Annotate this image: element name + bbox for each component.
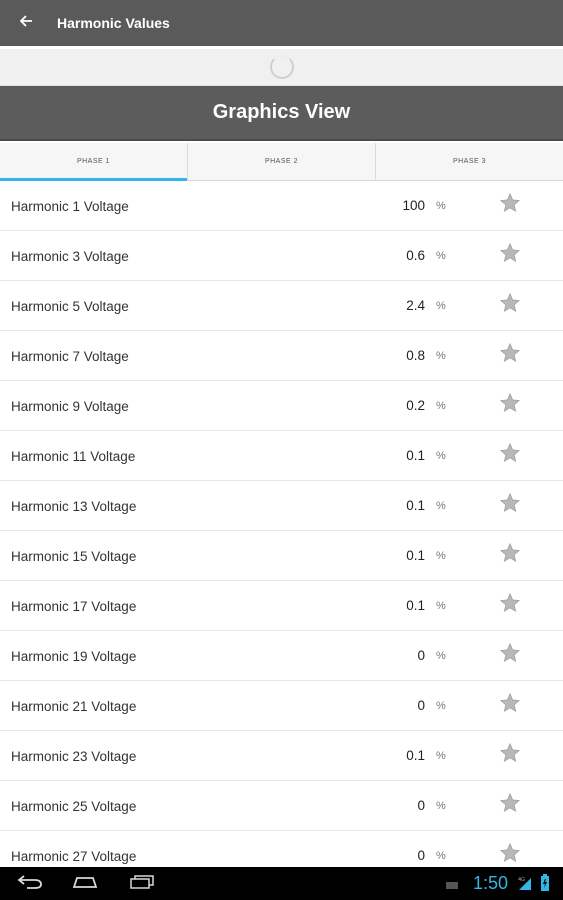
harmonic-value: 0.8 (406, 348, 425, 363)
harmonic-label: Harmonic 27 Voltage (11, 849, 137, 864)
list-item[interactable]: Harmonic 11 Voltage 0.1% (0, 431, 563, 481)
list-item[interactable]: Harmonic 25 Voltage 0% (0, 781, 563, 831)
harmonic-unit: % (436, 300, 446, 312)
harmonic-value: 0.1 (406, 448, 425, 463)
star-icon[interactable] (499, 542, 521, 564)
list-item[interactable]: Harmonic 15 Voltage 0.1% (0, 531, 563, 581)
harmonic-label: Harmonic 1 Voltage (11, 199, 129, 214)
system-nav-bar: 1:50 4G (0, 867, 563, 900)
harmonic-label: Harmonic 7 Voltage (11, 349, 129, 364)
harmonic-label: Harmonic 25 Voltage (11, 799, 137, 814)
tab-phase-1[interactable]: PHASE 1 (0, 143, 188, 181)
harmonic-value: 0 (417, 648, 425, 663)
list-item[interactable]: Harmonic 9 Voltage 0.2% (0, 381, 563, 431)
harmonic-label: Harmonic 11 Voltage (11, 449, 136, 464)
harmonic-label: Harmonic 21 Voltage (11, 699, 137, 714)
tab-label: PHASE 3 (452, 158, 487, 165)
clock: 1:50 (473, 873, 509, 893)
tab-phase-3[interactable]: PHASE 3 (376, 143, 563, 180)
list-item[interactable]: Harmonic 13 Voltage 0.1% (0, 481, 563, 531)
list-item[interactable]: Harmonic 17 Voltage 0.1% (0, 581, 563, 631)
harmonic-value: 0.2 (406, 398, 425, 413)
harmonic-value: 0.6 (406, 248, 425, 263)
harmonic-value: 100 (402, 198, 425, 213)
harmonic-label: Harmonic 3 Voltage (11, 249, 129, 264)
star-icon[interactable] (499, 392, 521, 414)
list-item[interactable]: Harmonic 23 Voltage 0.1% (0, 731, 563, 781)
harmonic-label: Harmonic 5 Voltage (11, 299, 129, 314)
svg-text:4G: 4G (518, 877, 525, 883)
harmonic-value: 0.1 (406, 498, 425, 513)
action-bar: Harmonic Values (0, 0, 563, 46)
loading-strip (0, 46, 563, 86)
star-icon[interactable] (499, 692, 521, 714)
battery-icon (540, 874, 550, 897)
harmonic-label: Harmonic 19 Voltage (11, 649, 137, 664)
star-icon[interactable] (499, 592, 521, 614)
harmonic-unit: % (436, 500, 446, 512)
back-nav-icon (17, 874, 43, 894)
harmonic-label: Harmonic 23 Voltage (11, 749, 137, 764)
home-nav-icon (71, 875, 99, 894)
harmonic-value: 0 (417, 798, 425, 813)
phase-tabs: PHASE 1 PHASE 2 PHASE 3 (0, 143, 563, 181)
list-item[interactable]: Harmonic 7 Voltage 0.8% (0, 331, 563, 381)
recents-nav-icon (129, 874, 155, 894)
harmonic-label: Harmonic 17 Voltage (11, 599, 137, 614)
list-item[interactable]: Harmonic 21 Voltage 0% (0, 681, 563, 731)
harmonic-unit: % (436, 600, 446, 612)
tab-label: PHASE 2 (264, 158, 299, 165)
harmonic-value: 0 (417, 698, 425, 713)
list-item[interactable]: Harmonic 19 Voltage 0% (0, 631, 563, 681)
list-item[interactable]: Harmonic 3 Voltage 0.6% (0, 231, 563, 281)
back-nav-button[interactable] (10, 873, 50, 895)
list-item[interactable]: Harmonic 1 Voltage 100% (0, 181, 563, 231)
harmonic-value: 0.1 (406, 548, 425, 563)
harmonic-unit: % (436, 200, 446, 212)
recents-nav-button[interactable] (122, 873, 162, 895)
star-icon[interactable] (499, 492, 521, 514)
harmonic-value: 0 (417, 848, 425, 863)
star-icon[interactable] (499, 292, 521, 314)
harmonic-unit: % (436, 350, 446, 362)
star-icon[interactable] (499, 642, 521, 664)
star-icon[interactable] (499, 342, 521, 364)
harmonic-list: Harmonic 1 Voltage 100% Harmonic 3 Voltage… (0, 181, 563, 867)
harmonic-unit: % (436, 700, 446, 712)
harmonic-unit: % (436, 750, 446, 762)
harmonic-label: Harmonic 9 Voltage (11, 399, 129, 414)
star-icon[interactable] (499, 242, 521, 264)
star-icon[interactable] (499, 442, 521, 464)
list-item[interactable]: Harmonic 27 Voltage 0% (0, 831, 563, 867)
harmonic-unit: % (436, 850, 446, 862)
signal-icon: 4G (518, 875, 532, 896)
page-title: Harmonic Values (57, 15, 170, 31)
list-item[interactable]: Harmonic 5 Voltage 2.4% (0, 281, 563, 331)
harmonic-unit: % (436, 250, 446, 262)
notification-icon (445, 877, 461, 895)
harmonic-value: 2.4 (406, 298, 425, 313)
loading-spinner-icon (269, 55, 294, 79)
graphics-view-label: Graphics View (212, 101, 351, 123)
harmonic-value: 0.1 (406, 598, 425, 613)
tab-phase-2[interactable]: PHASE 2 (188, 143, 376, 180)
back-button[interactable] (0, 0, 52, 46)
star-icon[interactable] (499, 842, 521, 864)
harmonic-unit: % (436, 650, 446, 662)
star-icon[interactable] (499, 742, 521, 764)
graphics-view-button[interactable]: Graphics View (0, 86, 563, 141)
star-icon[interactable] (499, 192, 521, 214)
harmonic-unit: % (436, 450, 446, 462)
harmonic-label: Harmonic 15 Voltage (11, 549, 137, 564)
harmonic-unit: % (436, 550, 446, 562)
harmonic-unit: % (436, 400, 446, 412)
harmonic-value: 0.1 (406, 748, 425, 763)
star-icon[interactable] (499, 792, 521, 814)
arrow-left-icon (19, 14, 33, 33)
harmonic-label: Harmonic 13 Voltage (11, 499, 137, 514)
tab-label: PHASE 1 (76, 158, 111, 165)
harmonic-unit: % (436, 800, 446, 812)
home-nav-button[interactable] (65, 873, 105, 895)
